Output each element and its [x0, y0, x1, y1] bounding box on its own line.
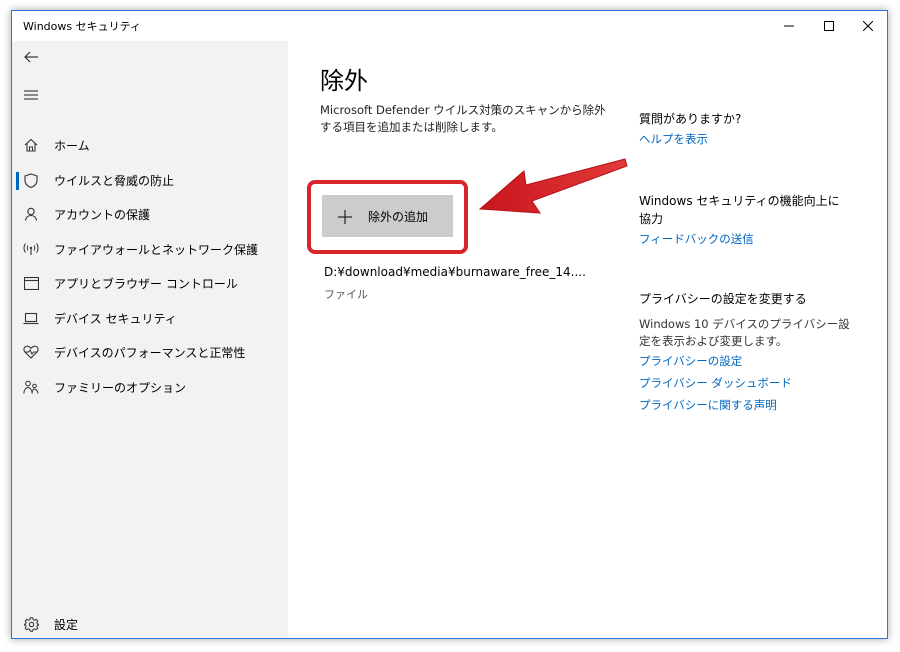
- annotation-arrow-overlay: [478, 158, 628, 214]
- arrow-shape: [478, 158, 628, 214]
- app-window: Windows セキュリティ ホーム ウイルスと脅威の防止 アカウントの保護 フ…: [11, 10, 888, 639]
